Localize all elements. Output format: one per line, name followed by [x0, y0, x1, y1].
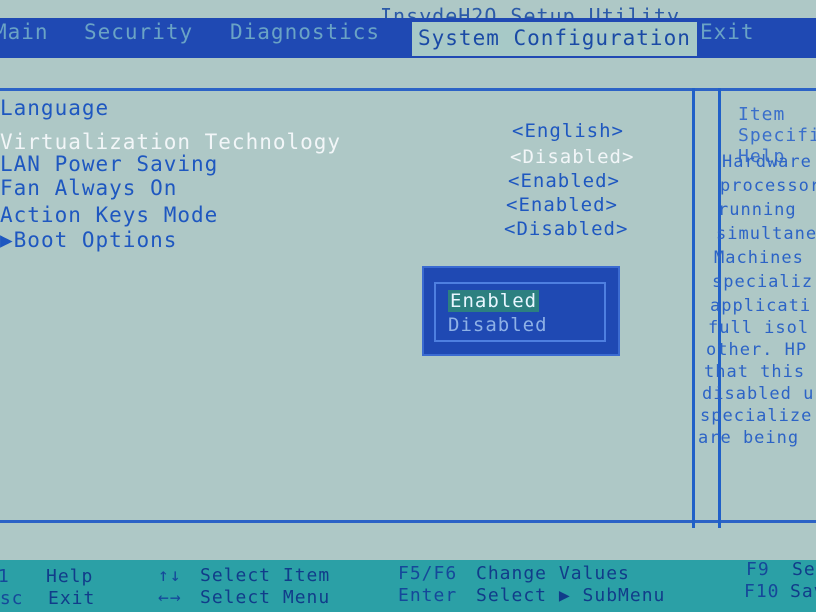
option-fan-always-on[interactable]: Fan Always On: [0, 176, 177, 200]
footer-f10-desc: Save and Exit: [790, 581, 816, 602]
footer-f9-key: F9: [746, 559, 770, 580]
footer-esc-key: Esc: [0, 588, 24, 609]
popup-option-disabled[interactable]: Disabled: [448, 314, 548, 336]
help-line: other. HP: [706, 340, 808, 360]
help-line: simultane: [716, 224, 816, 244]
help-line: full isol: [708, 318, 810, 338]
value-language[interactable]: <English>: [512, 120, 624, 142]
footer-esc-desc: Exit: [48, 588, 96, 609]
submenu-arrow-icon: ▶: [0, 228, 14, 252]
help-line: applicati: [710, 296, 812, 316]
option-boot-options-label: Boot Options: [13, 228, 178, 252]
footer-f1-key: F1: [0, 566, 10, 587]
value-action-keys-mode[interactable]: <Disabled>: [504, 218, 628, 240]
help-line: Machines: [714, 248, 804, 268]
footer-f10-key: F10: [744, 581, 780, 602]
tab-security[interactable]: Security: [84, 20, 193, 44]
help-line: disabled u: [702, 384, 815, 404]
tab-system-configuration[interactable]: System Configuration: [412, 22, 697, 56]
value-fan-always-on[interactable]: <Enabled>: [506, 194, 618, 216]
help-panel-border: [692, 88, 695, 528]
help-line: specializ: [712, 272, 814, 292]
footer-updown-desc: Select Item: [200, 565, 331, 586]
option-boot-options[interactable]: ▶Boot Options: [0, 228, 177, 252]
help-line: processor: [720, 176, 816, 196]
tab-main[interactable]: Main: [0, 20, 49, 44]
help-line: specialize: [700, 406, 813, 426]
footer-enter-key: Enter: [398, 585, 458, 606]
option-language[interactable]: Language: [0, 96, 109, 120]
option-virtualization-technology[interactable]: Virtualization Technology: [0, 130, 341, 154]
value-lan-power-saving[interactable]: <Enabled>: [508, 170, 620, 192]
help-line: are being: [698, 428, 800, 448]
footer-leftright-desc: Select Menu: [200, 587, 331, 608]
footer-leftright-key: ←→: [158, 587, 182, 608]
footer-f5f6-key: F5/F6: [398, 563, 458, 584]
option-action-keys-mode[interactable]: Action Keys Mode: [0, 203, 218, 227]
help-line: running: [718, 200, 797, 220]
value-select-popup: Enabled Disabled: [422, 266, 620, 356]
value-virtualization-technology[interactable]: <Disabled>: [510, 146, 634, 168]
tab-exit[interactable]: Exit: [700, 20, 755, 44]
footer-enter-desc: Select ▶ SubMenu: [476, 585, 666, 606]
help-line: Hardware: [722, 152, 812, 172]
help-line: that this: [704, 362, 806, 382]
popup-option-enabled[interactable]: Enabled: [448, 290, 540, 312]
footer-updown-key: ↑↓: [158, 565, 182, 586]
footer-f1-desc: Help: [46, 566, 94, 587]
option-lan-power-saving[interactable]: LAN Power Saving: [0, 152, 218, 176]
footer-f9-desc: Setup Defaults: [792, 559, 816, 580]
footer-f5f6-desc: Change Values: [476, 563, 630, 584]
tab-diagnostics[interactable]: Diagnostics: [230, 20, 380, 44]
